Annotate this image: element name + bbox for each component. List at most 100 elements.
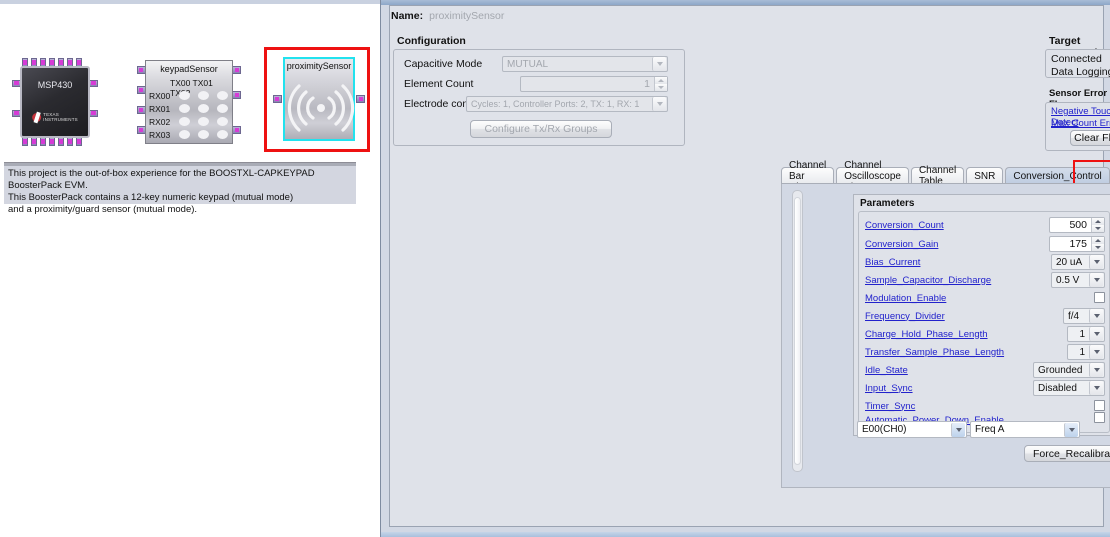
chevron-down-icon[interactable] — [1064, 422, 1078, 437]
parameter-row[interactable]: Conversion_Gain 175 — [859, 235, 1109, 253]
frequency-select[interactable]: Freq A — [970, 421, 1080, 438]
parameter-label-transfer-sample-phase-length[interactable]: Transfer_Sample_Phase_Length — [859, 347, 1004, 358]
stepper-up-icon[interactable] — [1092, 218, 1104, 225]
input-sync-select[interactable]: Disabled — [1033, 380, 1105, 396]
parameter-label-charge-hold-phase-length[interactable]: Charge_Hold_Phase_Length — [859, 329, 988, 340]
action-buttons: Force_Recalibration Apply Read Reset — [1024, 445, 1110, 462]
chevron-down-icon[interactable] — [1089, 381, 1103, 395]
parameter-row[interactable]: Idle_State Grounded — [859, 361, 1109, 379]
tab-channel-oscilloscope-plot[interactable]: Channel Oscilloscope Plot — [836, 160, 909, 193]
project-description-box: This project is the out-of-box experienc… — [4, 162, 356, 215]
clear-flags-button[interactable]: Clear Flags — [1070, 130, 1110, 146]
sample-capacitor-discharge-select[interactable]: 0.5 V — [1051, 272, 1105, 288]
chevron-down-icon[interactable] — [951, 422, 965, 437]
modulation-enable-checkbox[interactable] — [1094, 292, 1105, 303]
tab-channel-bar-chart[interactable]: Channel Bar Chart — [781, 160, 835, 193]
frequency-divider-select[interactable]: f/4 — [1063, 308, 1105, 324]
description-top-bar — [4, 163, 356, 166]
parameter-label-sample-capacitor-discharge[interactable]: Sample_Capacitor_Discharge — [859, 275, 991, 286]
timer-sync-checkbox[interactable] — [1094, 400, 1105, 411]
pin-dot — [14, 81, 19, 85]
parameter-label-modulation-enable[interactable]: Modulation_Enable — [859, 293, 946, 304]
description-line-1: This project is the out-of-box experienc… — [8, 168, 315, 191]
parameter-label-timer-sync[interactable]: Timer_Sync — [859, 401, 915, 412]
stepper-down-icon[interactable] — [1092, 244, 1104, 251]
pin-dot — [359, 97, 363, 101]
keypad-cell — [217, 117, 228, 126]
msp430-chip-body: MSP430 TEXAS INSTRUMENTS — [20, 66, 90, 138]
parameter-label-frequency-divider[interactable]: Frequency_Divider — [859, 311, 945, 322]
max-count-error-link[interactable]: Max Count Error — [1051, 118, 1110, 129]
parameter-row[interactable]: Conversion_Count 500 — [859, 216, 1109, 234]
max-count-error-row[interactable]: Max Count Error — [1046, 118, 1110, 129]
element-count-stepper[interactable]: 1 — [520, 76, 668, 92]
tab-conversion-control[interactable]: Conversion_Control — [1005, 167, 1110, 184]
chevron-down-icon[interactable] — [1089, 327, 1103, 341]
transfer-sample-phase-length-value: 1 — [1079, 346, 1085, 358]
chevron-down-icon[interactable] — [1089, 255, 1103, 269]
stepper-down-icon[interactable] — [655, 84, 667, 91]
parameter-row[interactable]: Bias_Current 20 uA — [859, 253, 1109, 271]
bias-current-select[interactable]: 20 uA — [1051, 254, 1105, 270]
transfer-sample-phase-length-select[interactable]: 1 — [1067, 344, 1105, 360]
pin-dot — [139, 68, 143, 72]
connected-row[interactable]: Connected ✓ — [1046, 53, 1110, 65]
capacitive-mode-select[interactable]: MUTUAL — [502, 56, 668, 72]
proximity-waves-icon — [287, 84, 355, 132]
pin-dot — [41, 60, 45, 65]
keypad-cell — [198, 130, 209, 139]
parameter-row[interactable]: Modulation_Enable — [859, 289, 1109, 307]
sensor-error-status-flags-group: Sensor Error Status Flags Negative Touch… — [1045, 88, 1110, 151]
keypadsensor-title: keypadSensor — [160, 64, 218, 74]
tab-channel-table[interactable]: Channel Table — [910, 165, 965, 187]
parameter-label-bias-current[interactable]: Bias_Current — [859, 257, 920, 268]
parameter-row[interactable]: Charge_Hold_Phase_Length 1 — [859, 325, 1109, 343]
keypad-cell — [217, 130, 228, 139]
keypad-cell — [179, 104, 190, 113]
pin-dot — [68, 60, 72, 65]
tab-snr[interactable]: SNR — [966, 167, 1004, 184]
conversion-count-stepper[interactable]: 500 — [1049, 217, 1105, 233]
electrode-config-select[interactable]: Cycles: 1, Controller Ports: 2, TX: 1, R… — [466, 96, 668, 112]
stepper-down-icon[interactable] — [1092, 225, 1104, 232]
parameter-label-conversion-gain[interactable]: Conversion_Gain — [859, 239, 938, 250]
conversion-count-value[interactable]: 500 — [1050, 218, 1091, 232]
force-recalibration-button[interactable]: Force_Recalibration — [1024, 445, 1110, 462]
element-channel-select[interactable]: E00(CH0) — [857, 421, 967, 438]
conversion-gain-value[interactable]: 175 — [1050, 237, 1091, 251]
pin-dot — [32, 139, 36, 144]
canvas-block-keypadsensor[interactable]: keypadSensor TX00 TX01 TX02 RX00 RX01 RX… — [137, 58, 241, 146]
chevron-down-icon[interactable] — [1089, 309, 1103, 323]
pin-dot — [235, 128, 239, 132]
parameter-label-input-sync[interactable]: Input_Sync — [859, 383, 913, 394]
sensor-name-label: Name: — [391, 10, 424, 22]
stepper-buttons[interactable] — [654, 77, 667, 91]
proximitysensor-title: proximitySensor — [286, 61, 352, 71]
parameter-row[interactable]: Sample_Capacitor_Discharge 0.5 V — [859, 271, 1109, 289]
configure-txrx-groups-button[interactable]: Configure Tx/Rx Groups — [470, 120, 612, 138]
content-scrollbar[interactable] — [792, 190, 803, 472]
canvas-block-msp430[interactable]: MSP430 TEXAS INSTRUMENTS — [12, 58, 98, 146]
stepper-up-icon[interactable] — [655, 77, 667, 84]
chevron-down-icon[interactable] — [1089, 363, 1103, 377]
charge-hold-phase-length-select[interactable]: 1 — [1067, 326, 1105, 342]
canvas-block-proximitysensor[interactable]: proximitySensor — [273, 57, 365, 141]
parameter-row[interactable]: Frequency_Divider f/4 — [859, 307, 1109, 325]
stepper-up-icon[interactable] — [1092, 237, 1104, 244]
parameter-label-conversion-count[interactable]: Conversion_Count — [859, 220, 944, 231]
pin-dot — [23, 60, 27, 65]
conversion-gain-stepper[interactable]: 175 — [1049, 236, 1105, 252]
parameter-row[interactable]: Transfer_Sample_Phase_Length 1 — [859, 343, 1109, 361]
pin-dot — [41, 139, 45, 144]
keypadsensor-rx-label: RX02 — [149, 117, 171, 127]
chevron-down-icon[interactable] — [1089, 273, 1103, 287]
data-logging-row[interactable]: Data Logging — [1046, 66, 1110, 78]
pin-dot — [235, 93, 239, 97]
parameter-row[interactable]: Input_Sync Disabled — [859, 379, 1109, 397]
content-scrollbar-thumb[interactable] — [794, 197, 801, 465]
screen-root: MSP430 TEXAS INSTRUMENTS keypadSensor TX… — [0, 0, 1110, 537]
idle-state-select[interactable]: Grounded — [1033, 362, 1105, 378]
chevron-down-icon[interactable] — [1089, 345, 1103, 359]
parameter-label-idle-state[interactable]: Idle_State — [859, 365, 908, 376]
charge-hold-phase-length-value: 1 — [1079, 328, 1085, 340]
